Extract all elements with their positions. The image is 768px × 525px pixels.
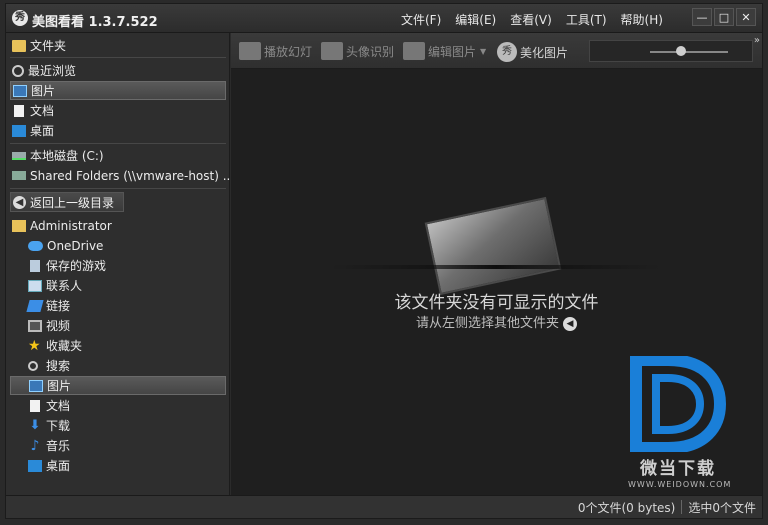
sidebar-header-folders[interactable]: 文件夹 [10, 36, 226, 55]
pictures-icon [29, 379, 43, 392]
desktop-icon [28, 459, 42, 472]
edit-image-icon [403, 42, 425, 60]
file-count-status: 0个文件(0 bytes) [577, 500, 676, 515]
document-icon [14, 104, 24, 117]
watermark-url: WWW.WEIDOWN.COM [628, 480, 732, 489]
tree-item-videos[interactable]: 视频 [10, 316, 226, 335]
menu-help[interactable]: 帮助(H) [621, 11, 663, 28]
face-recognition-button[interactable]: 头像识别 [321, 42, 394, 60]
music-icon: ♪ [30, 437, 40, 454]
menu-edit[interactable]: 编辑(E) [455, 11, 496, 28]
search-icon [28, 360, 38, 371]
empty-folder-photo-illustration [424, 196, 562, 296]
document-icon [30, 399, 40, 412]
status-divider [681, 500, 683, 514]
tree-item-searches[interactable]: 搜索 [10, 356, 226, 375]
menu-view[interactable]: 查看(V) [510, 11, 552, 28]
arrow-left-icon[interactable]: ◀ [563, 316, 577, 331]
folder-icon [12, 219, 26, 232]
window-controls: — □ ✕ [692, 8, 756, 26]
tree-item-documents[interactable]: 文档 [10, 396, 226, 415]
weidown-logo-icon [630, 354, 727, 454]
watermark-text: 微当下载 [640, 459, 716, 479]
star-icon: ★ [28, 337, 41, 354]
selection-status: 选中0个文件 [688, 500, 756, 515]
tree-item-desktop[interactable]: 桌面 [10, 456, 226, 475]
empty-state-title: 该文件夹没有可显示的文件 [394, 293, 599, 313]
empty-state-hint: 请从左侧选择其他文件夹 ◀ [231, 312, 762, 331]
face-recognition-icon [321, 42, 343, 60]
beautify-image-button[interactable]: 秀 美化图片 [497, 42, 568, 62]
maximize-button[interactable]: □ [714, 8, 734, 26]
disk-icon [12, 151, 26, 160]
chevron-down-icon[interactable]: ▼ [480, 47, 486, 56]
contacts-icon [28, 279, 42, 292]
link-icon [26, 299, 44, 312]
tree-item-links[interactable]: 链接 [10, 296, 226, 315]
network-drive-icon [12, 171, 26, 180]
folder-icon [12, 39, 26, 52]
tree-item-pictures[interactable]: 图片 [10, 376, 226, 395]
folder-sidebar: 文件夹 最近浏览 图片 文档 桌面 本地磁盘 (C:) Shared Folde… [6, 33, 234, 497]
sidebar-item-desktop[interactable]: 桌面 [10, 121, 226, 140]
title-bar: 秀 美图看看 1.3.7.522 文件(F) 编辑(E) 查看(V) 工具(T)… [6, 4, 762, 33]
tree-item-favorites[interactable]: ★ 收藏夹 [10, 336, 226, 355]
zoom-slider-handle[interactable] [676, 46, 686, 56]
app-logo-icon: 秀 [12, 10, 28, 26]
sidebar-item-pictures[interactable]: 图片 [10, 81, 226, 100]
weidown-watermark: 微当下载 WWW.WEIDOWN.COM [628, 354, 732, 489]
tree-item-downloads[interactable]: ⬇ 下载 [10, 416, 226, 435]
slideshow-icon [239, 42, 261, 60]
sidebar-item-shared-folders[interactable]: Shared Folders (\\vmware-host) ... [10, 166, 234, 185]
edit-image-button[interactable]: 编辑图片 ▼ [403, 42, 486, 60]
zoom-slider-track[interactable] [650, 51, 728, 53]
video-icon [28, 319, 42, 332]
sidebar-item-documents[interactable]: 文档 [10, 101, 226, 120]
tree-item-saved-games[interactable]: 保存的游戏 [10, 256, 226, 275]
sidebar-item-local-disk[interactable]: 本地磁盘 (C:) [10, 146, 226, 165]
desktop-icon [12, 124, 26, 137]
minimize-button[interactable]: — [692, 8, 712, 26]
close-button[interactable]: ✕ [736, 8, 756, 26]
back-arrow-icon: ◀ [13, 195, 26, 209]
zoom-control [589, 40, 753, 62]
back-to-parent-button[interactable]: ◀ 返回上一级目录 [10, 192, 124, 212]
tree-item-onedrive[interactable]: OneDrive [10, 236, 226, 255]
empty-shelf-shadow [331, 265, 661, 269]
clock-icon [12, 64, 24, 77]
tree-item-contacts[interactable]: 联系人 [10, 276, 226, 295]
divider [10, 188, 226, 189]
pictures-icon [13, 84, 27, 97]
menu-tools[interactable]: 工具(T) [566, 11, 607, 28]
tree-root-administrator[interactable]: Administrator [10, 216, 226, 235]
toolbar-more-icon[interactable]: » [754, 35, 760, 46]
sidebar-item-recent[interactable]: 最近浏览 [10, 61, 226, 80]
game-icon [30, 259, 40, 272]
cloud-icon [28, 240, 43, 251]
slideshow-button[interactable]: 播放幻灯 [239, 42, 312, 60]
menu-bar: 文件(F) 编辑(E) 查看(V) 工具(T) 帮助(H) [401, 11, 677, 28]
app-title: 美图看看 1.3.7.522 [32, 15, 158, 30]
toolbar: 播放幻灯 头像识别 编辑图片 ▼ 秀 美化图片 » [231, 33, 762, 69]
download-icon: ⬇ [29, 417, 41, 433]
beautify-icon: 秀 [497, 42, 517, 62]
divider [10, 57, 226, 58]
status-bar: 0个文件(0 bytes) 选中0个文件 [6, 495, 762, 518]
divider [10, 143, 226, 144]
menu-file[interactable]: 文件(F) [401, 11, 441, 28]
tree-item-music[interactable]: ♪ 音乐 [10, 436, 226, 455]
